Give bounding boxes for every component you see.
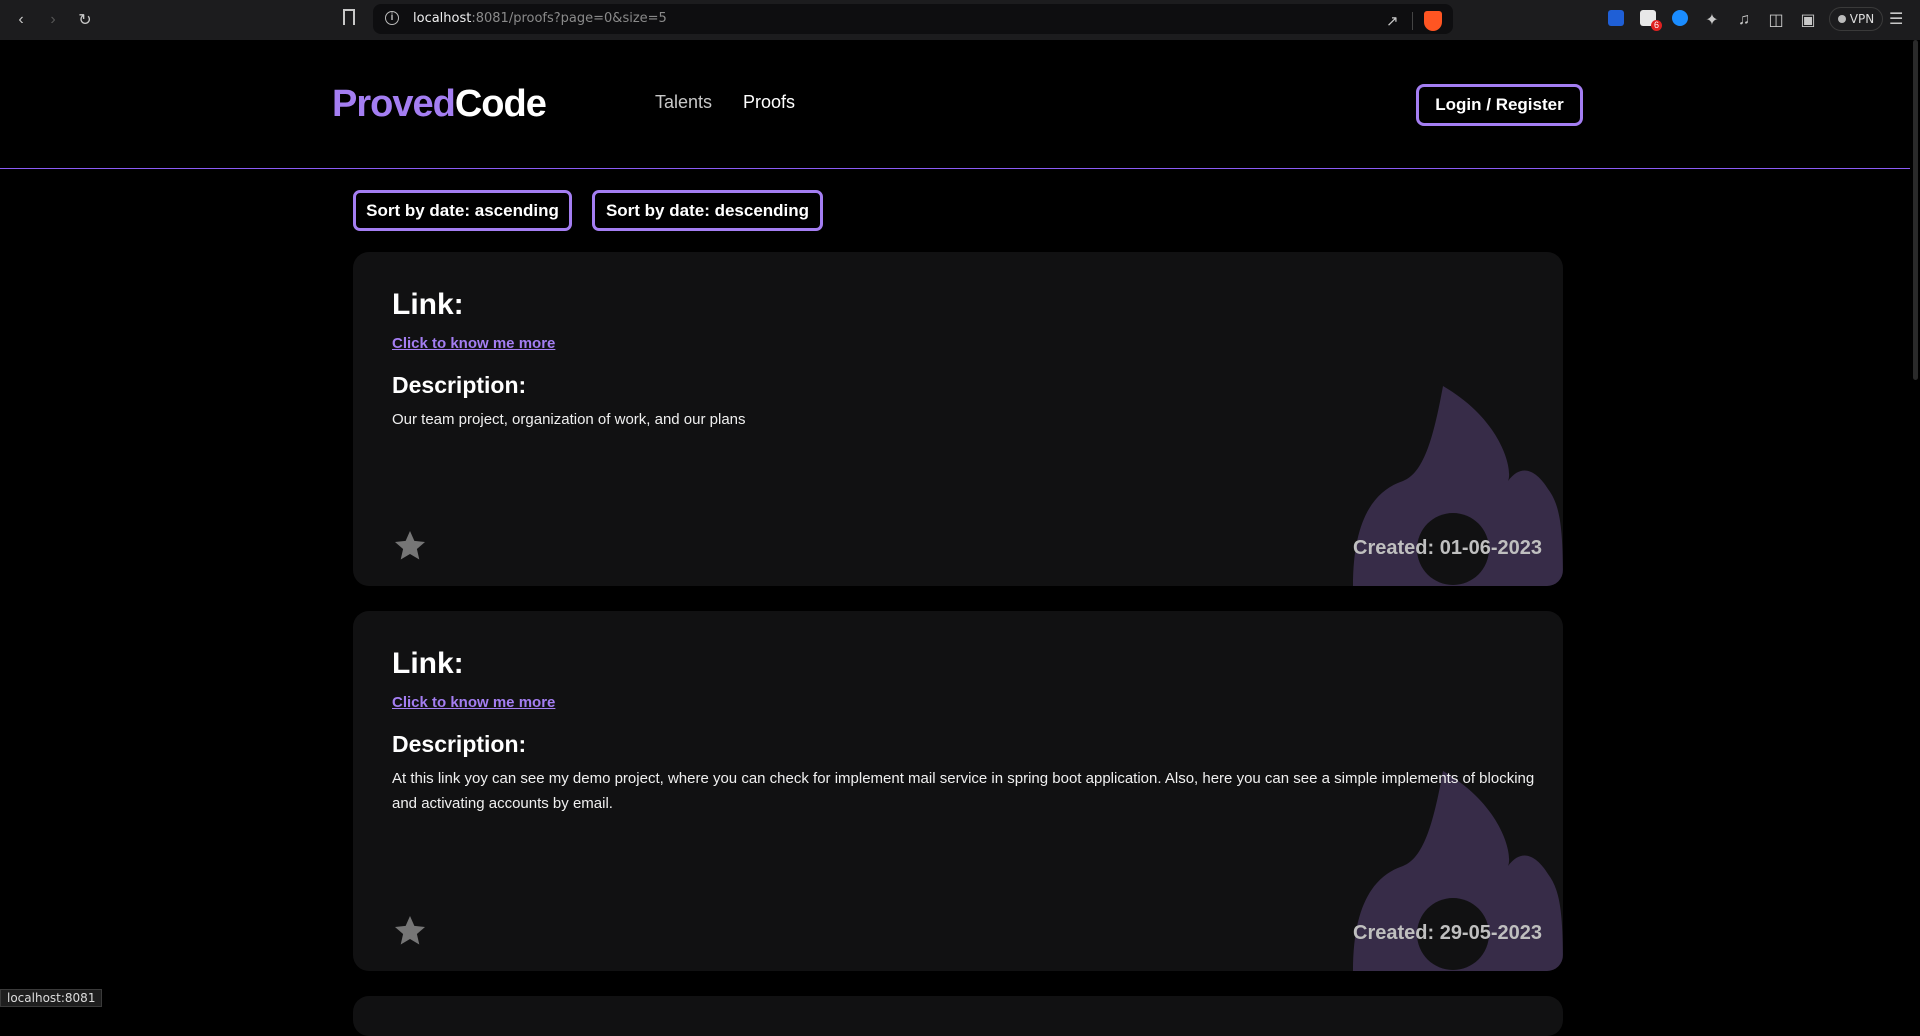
- bookmark-icon[interactable]: [343, 9, 355, 25]
- url-text[interactable]: localhost:8081/proofs?page=0&size=5: [413, 11, 667, 26]
- scrollbar-thumb[interactable]: [1913, 40, 1918, 380]
- site-info-icon[interactable]: i: [385, 11, 399, 25]
- link-heading: Link:: [392, 647, 464, 680]
- wallet-icon[interactable]: ▣: [1797, 9, 1819, 31]
- proof-card: Link: Click to know me more Description:…: [353, 252, 1563, 586]
- share-icon[interactable]: ↗: [1386, 12, 1399, 30]
- logo-part1: Proved: [332, 83, 456, 125]
- shazam-icon[interactable]: [1672, 10, 1688, 26]
- description-heading: Description:: [392, 372, 527, 398]
- description-heading: Description:: [392, 731, 527, 757]
- browser-toolbar: ‹ › ↻ i localhost:8081/proofs?page=0&siz…: [0, 0, 1920, 40]
- proof-link[interactable]: Click to know me more: [392, 694, 555, 711]
- login-register-button[interactable]: Login / Register: [1416, 84, 1583, 126]
- sort-descending-button[interactable]: Sort by date: descending: [592, 190, 823, 231]
- reload-icon[interactable]: ↻: [74, 9, 96, 31]
- media-icon[interactable]: ♫: [1733, 9, 1755, 31]
- bitwarden-icon[interactable]: [1608, 10, 1624, 26]
- proof-description: At this link yoy can see my demo project…: [392, 770, 1535, 812]
- nav-talents[interactable]: Talents: [655, 92, 712, 113]
- url-divider: [1412, 12, 1413, 30]
- proof-card: [353, 996, 1563, 1036]
- star-icon[interactable]: [391, 528, 429, 564]
- logo-part2: Code: [454, 83, 547, 125]
- sidebar-icon[interactable]: ◫: [1765, 9, 1787, 31]
- vpn-label: VPN: [1849, 12, 1875, 26]
- mail-badge: 6: [1651, 20, 1663, 31]
- nav-proofs[interactable]: Proofs: [743, 92, 795, 113]
- proof-link[interactable]: Click to know me more: [392, 335, 555, 352]
- brave-shields-icon[interactable]: [1424, 11, 1442, 31]
- vpn-button[interactable]: VPN: [1829, 7, 1883, 31]
- star-icon[interactable]: [391, 913, 429, 949]
- created-date: Created: 01-06-2023: [1353, 537, 1542, 559]
- site-header: ProvedCode Talents Proofs Login / Regist…: [0, 40, 1920, 169]
- logo[interactable]: ProvedCode: [332, 83, 547, 126]
- menu-icon[interactable]: ☰: [1889, 9, 1903, 29]
- address-bar[interactable]: i localhost:8081/proofs?page=0&size=5 ↗: [373, 4, 1453, 34]
- forward-icon[interactable]: ›: [42, 9, 64, 31]
- proof-description: Our team project, organization of work, …: [392, 411, 746, 428]
- status-url: localhost:8081: [0, 989, 103, 1007]
- proof-card: Link: Click to know me more Description:…: [353, 611, 1563, 971]
- created-date: Created: 29-05-2023: [1353, 922, 1542, 944]
- link-heading: Link:: [392, 288, 464, 321]
- vpn-status-icon: [1837, 15, 1846, 23]
- url-host: localhost: [413, 11, 472, 26]
- extensions-icon[interactable]: ✦: [1701, 9, 1723, 31]
- url-path: :8081/proofs?page=0&size=5: [471, 11, 667, 26]
- sort-ascending-button[interactable]: Sort by date: ascending: [353, 190, 572, 231]
- back-icon[interactable]: ‹: [10, 9, 32, 31]
